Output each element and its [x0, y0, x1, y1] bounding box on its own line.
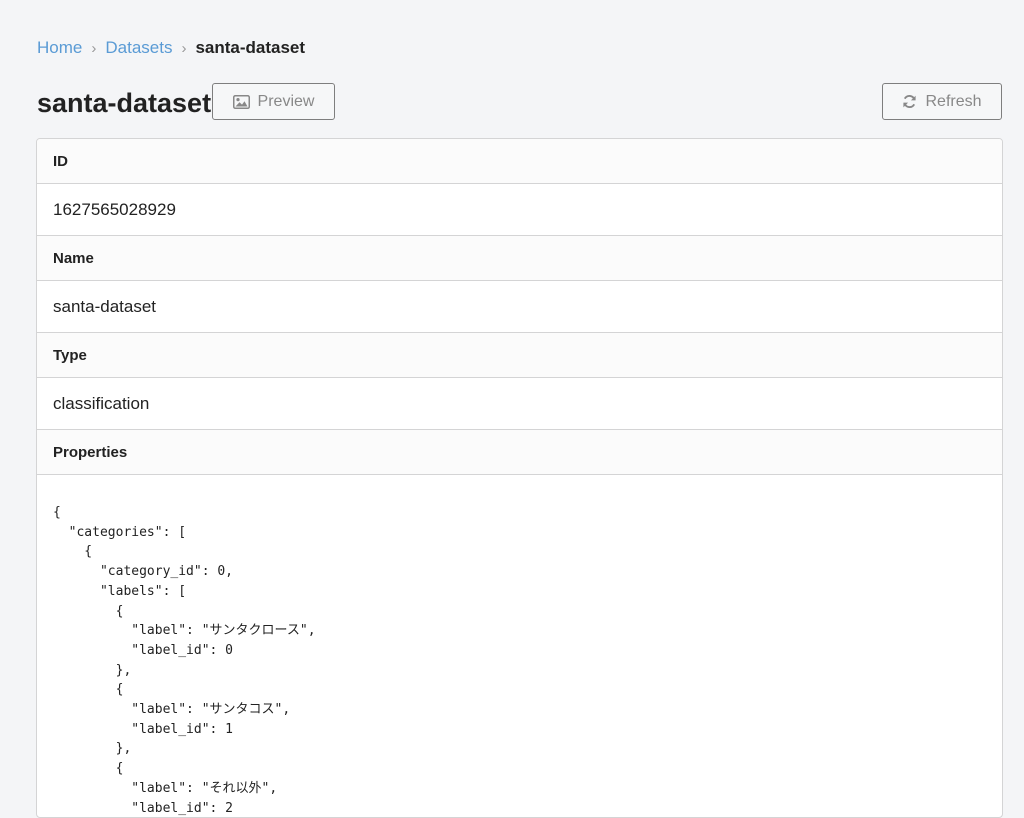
breadcrumb-separator: › [91, 39, 97, 57]
refresh-icon [902, 94, 917, 109]
breadcrumb-current: santa-dataset [195, 38, 306, 57]
breadcrumb-separator: › [181, 39, 187, 57]
properties-json: { "categories": [ { "category_id": 0, "l… [53, 505, 316, 816]
breadcrumb-home-link[interactable]: Home [37, 38, 82, 58]
id-label: ID [37, 139, 1002, 184]
breadcrumb: Home › Datasets › santa-dataset [37, 37, 305, 59]
name-value: santa-dataset [37, 281, 1002, 333]
preview-button[interactable]: Preview [212, 83, 335, 120]
dataset-details-table: ID 1627565028929 Name santa-dataset Type… [36, 138, 1003, 818]
properties-label: Properties [37, 430, 1002, 475]
type-value: classification [37, 378, 1002, 430]
image-icon [232, 94, 250, 109]
page-header: santa-dataset Preview Refresh [37, 83, 1002, 123]
name-label: Name [37, 236, 1002, 281]
page-title: santa-dataset [37, 88, 212, 118]
refresh-button[interactable]: Refresh [882, 83, 1002, 120]
type-label: Type [37, 333, 1002, 378]
refresh-button-label: Refresh [925, 92, 982, 110]
breadcrumb-datasets-link[interactable]: Datasets [105, 38, 172, 58]
preview-button-label: Preview [257, 92, 315, 110]
id-value: 1627565028929 [37, 184, 1002, 236]
